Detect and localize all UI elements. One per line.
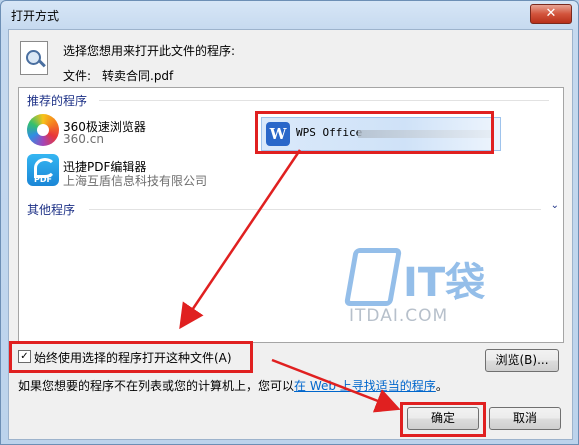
arrow-to-ok (271, 358, 401, 413)
annotation-arrows (179, 149, 401, 413)
arrow-to-checkbox (179, 149, 302, 330)
